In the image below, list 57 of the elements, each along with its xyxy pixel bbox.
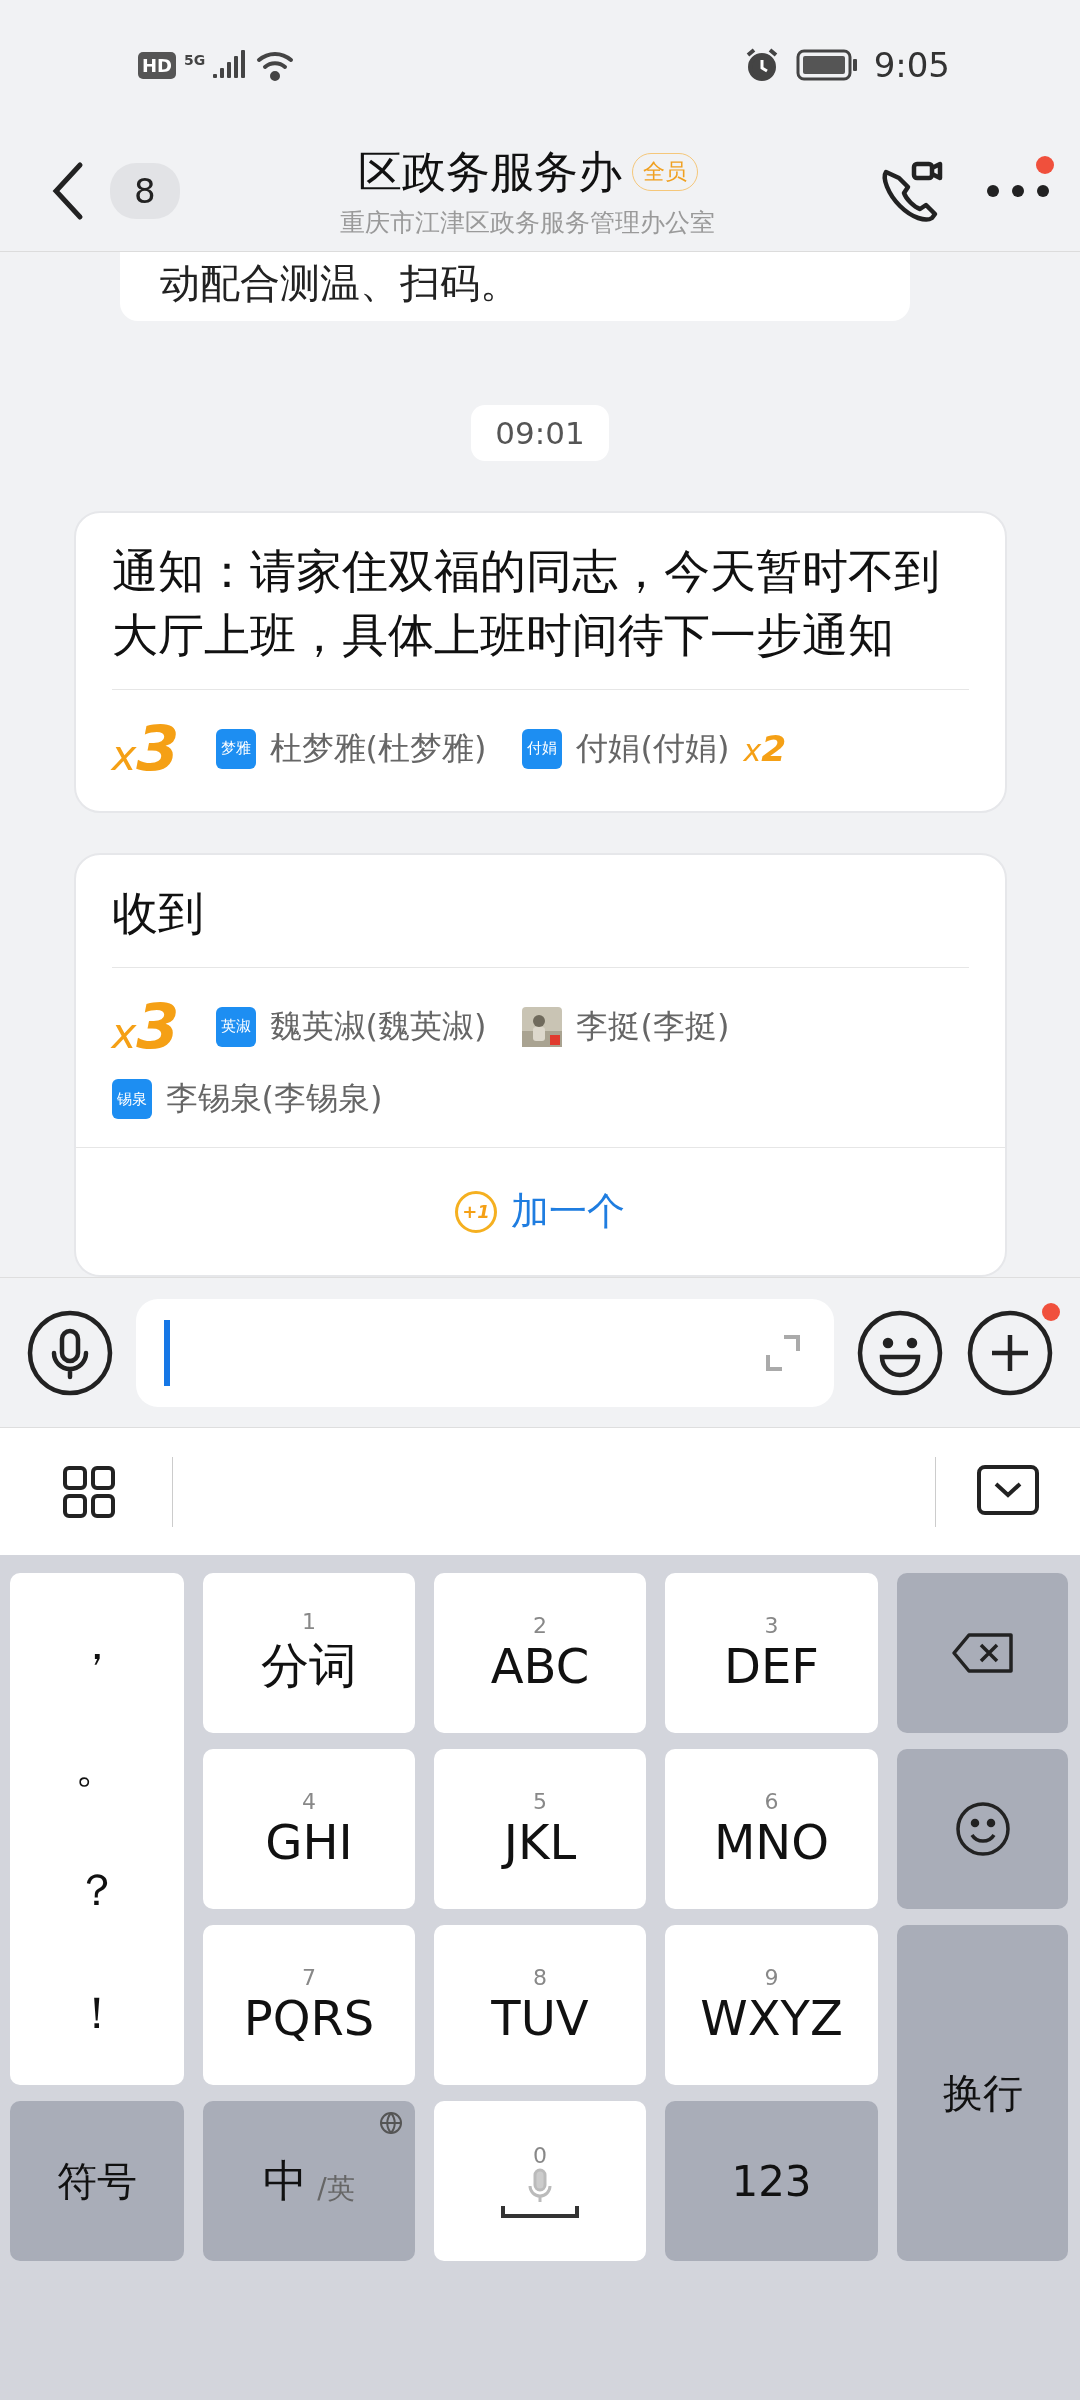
- grid-icon: [62, 1464, 116, 1519]
- hd-indicator: HD: [138, 51, 176, 79]
- space-icon: [500, 2203, 580, 2220]
- battery-icon: [795, 49, 858, 81]
- avatar: 英淑: [215, 1006, 256, 1047]
- plus-icon: [966, 1308, 1054, 1397]
- emoji-key[interactable]: [897, 1749, 1068, 1909]
- enter-key[interactable]: 换行: [897, 1925, 1068, 2261]
- space-key[interactable]: 0: [434, 2101, 646, 2261]
- punctuation-key[interactable]: 。: [55, 1734, 139, 1801]
- emoji-icon: [856, 1308, 944, 1397]
- avatar: 梦雅: [215, 728, 256, 769]
- numbers-key[interactable]: 123: [665, 2101, 878, 2261]
- network-label: 5G: [184, 52, 206, 68]
- clock-time: 9:05: [873, 45, 950, 85]
- language-key[interactable]: 中 /英: [203, 2101, 415, 2261]
- member-name: 付娟(付娟): [576, 727, 730, 769]
- microphone-icon: [527, 2167, 553, 2204]
- timestamp: 09:01: [471, 405, 609, 461]
- letter-key[interactable]: 1 分词: [203, 1573, 415, 1733]
- message-text: 通知：请家住双福的同志，今天暂时不到大厅上班，具体上班时间待下一步通知: [111, 539, 969, 690]
- more-icon: [986, 183, 1050, 198]
- microphone-icon: [26, 1308, 114, 1397]
- member-name: 杜梦雅(杜梦雅): [269, 727, 487, 769]
- backspace-icon: [950, 1631, 1015, 1675]
- letter-key[interactable]: 2 ABC: [434, 1573, 646, 1733]
- letter-key[interactable]: 4 GHI: [203, 1749, 415, 1909]
- letter-key[interactable]: 5 JKL: [434, 1749, 646, 1909]
- message-input[interactable]: [136, 1298, 834, 1407]
- message-text: 收到: [111, 881, 969, 968]
- punctuation-key[interactable]: ！: [55, 1980, 139, 2047]
- chat-subtitle: 重庆市江津区政务服务管理办公室: [340, 206, 716, 239]
- reaction-count: x2: [743, 728, 787, 769]
- avatar: 付娟: [522, 728, 563, 769]
- punctuation-key[interactable]: ？: [55, 1857, 139, 1924]
- unread-count[interactable]: 8: [110, 162, 180, 219]
- punctuation-key[interactable]: ， 。 ？ ！: [10, 1573, 184, 2085]
- letter-key[interactable]: 8 TUV: [434, 1925, 646, 2085]
- symbols-key[interactable]: 符号: [10, 2101, 184, 2261]
- keyboard-hide-icon: [976, 1463, 1040, 1516]
- reaction-count: x3: [111, 990, 180, 1063]
- letter-key[interactable]: 9 WXYZ: [665, 1925, 878, 2085]
- letter-key[interactable]: 7 PQRS: [203, 1925, 415, 2085]
- chat-title: 区政务服务办: [357, 144, 622, 199]
- avatar: 锡泉: [111, 1079, 152, 1119]
- backspace-key[interactable]: [897, 1573, 1068, 1733]
- letter-key[interactable]: 6 MNO: [665, 1749, 878, 1909]
- letter-key[interactable]: 3 DEF: [665, 1573, 878, 1733]
- member-name: 魏英淑(魏英淑): [269, 1005, 487, 1047]
- globe-icon: [379, 2111, 403, 2135]
- smiley-icon: [954, 1801, 1011, 1857]
- punctuation-key[interactable]: ，: [55, 1611, 139, 1678]
- message-bubble: 动配合测温、扫码。: [120, 252, 910, 321]
- member-name: 李锡泉(李锡泉): [165, 1078, 383, 1119]
- member-name: 李挺(李挺): [576, 1005, 730, 1047]
- reaction-count: x3: [111, 712, 180, 785]
- plus-one-button[interactable]: +1 加一个: [75, 1147, 1005, 1275]
